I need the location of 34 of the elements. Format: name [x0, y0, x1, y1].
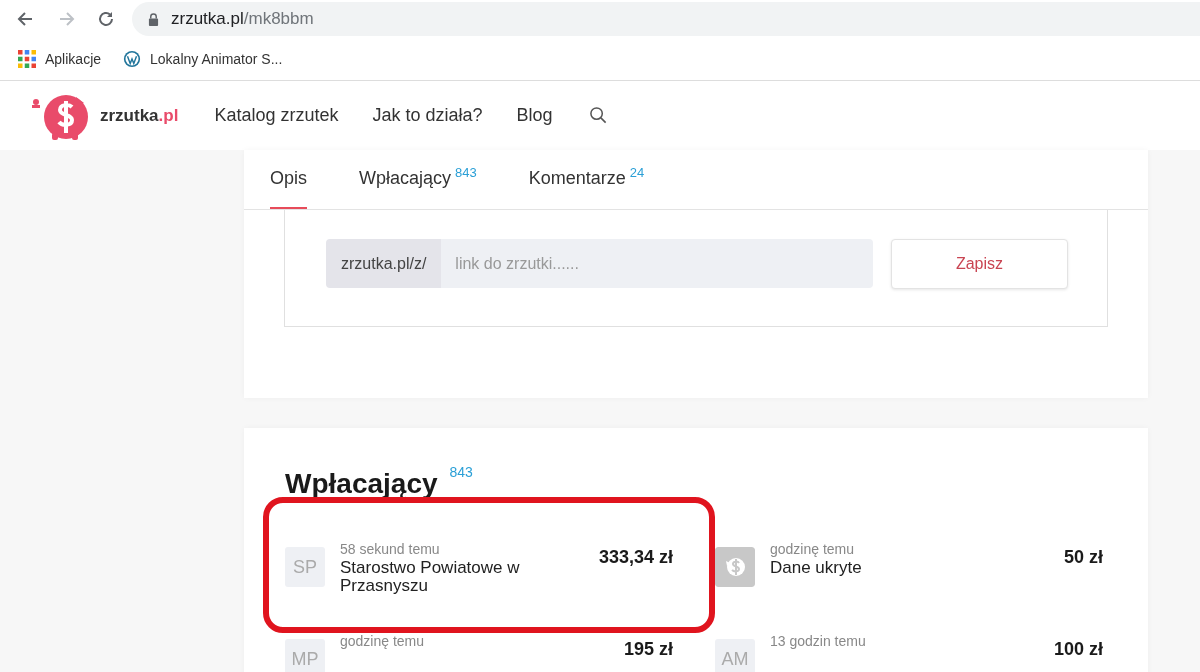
nav-link[interactable]: Jak to działa?: [372, 105, 483, 126]
donor-count: 843: [449, 464, 473, 480]
apps-grid-icon: [18, 50, 36, 68]
nav-link[interactable]: Blog: [516, 105, 553, 126]
logo-text[interactable]: zrzutka.pl: [100, 105, 179, 126]
wordpress-icon: [123, 50, 142, 68]
donation-time: godzinę temu: [340, 633, 426, 649]
donation-amount: 50 zł: [1063, 547, 1103, 568]
donation-time: godzinę temu: [770, 541, 856, 557]
nav-link[interactable]: Katalog zrzutek: [214, 105, 339, 126]
bookmark[interactable]: Aplikacje: [18, 50, 102, 68]
avatar-initials: AM: [715, 639, 755, 672]
address-bar[interactable]: zrzutka.pl/mk8bbm: [132, 2, 1200, 36]
tab[interactable]: Wpłacający $^{843}$: [359, 165, 477, 209]
save-button[interactable]: Zapisz: [891, 239, 1068, 289]
donation-time: 13 godzin temu: [770, 633, 867, 649]
url-prefix: zrzutka.pl/z/: [326, 239, 442, 288]
donation-amount: 195 zł: [623, 639, 673, 660]
tab[interactable]: Komentarze $^{24}$: [528, 165, 645, 209]
hidden-donor-icon: [715, 547, 755, 587]
search-icon[interactable]: [588, 106, 608, 125]
reload-icon[interactable]: [96, 9, 116, 29]
bookmark[interactable]: Lokalny Animator S...: [123, 50, 283, 68]
donation-amount: 333,34 zł: [598, 547, 673, 568]
avatar-initials: SP: [285, 547, 325, 587]
donation-amount: 100 zł: [1053, 639, 1103, 660]
lock-icon: [148, 12, 159, 26]
section-title: Wpłacający: [285, 468, 438, 500]
donor-name: Dane ukryte: [770, 559, 863, 577]
tab[interactable]: Opis: [270, 168, 307, 209]
donor-name: Starostwo Powiatowe w Przasnyszu: [340, 559, 521, 595]
donation-time: 58 sekund temu: [340, 541, 441, 557]
avatar-initials: MP: [285, 639, 325, 672]
link-input[interactable]: link do zrzutki......: [441, 239, 873, 288]
